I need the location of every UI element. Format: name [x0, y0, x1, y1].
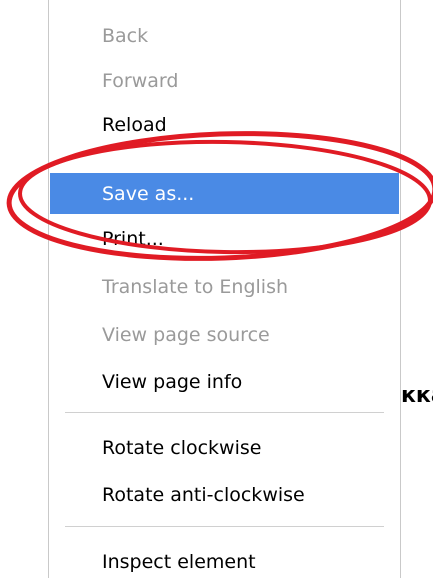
- menu-item-translate[interactable]: Translate to English: [50, 266, 399, 307]
- menu-item-reload[interactable]: Reload: [50, 104, 399, 145]
- menu-item-print[interactable]: Print...: [50, 218, 399, 259]
- context-menu: Back Forward Reload Save as... Print... …: [48, 0, 401, 578]
- menu-separator: [65, 412, 384, 413]
- menu-item-rotate-clockwise[interactable]: Rotate clockwise: [50, 427, 399, 468]
- menu-item-back[interactable]: Back: [50, 15, 399, 56]
- menu-item-rotate-anti-clockwise[interactable]: Rotate anti-clockwise: [50, 474, 399, 515]
- background-page-text: кка: [401, 383, 433, 408]
- menu-separator: [65, 526, 384, 527]
- menu-item-inspect-element[interactable]: Inspect element: [50, 541, 399, 582]
- menu-item-view-page-info[interactable]: View page info: [50, 361, 399, 402]
- menu-item-save-as[interactable]: Save as...: [50, 173, 399, 214]
- menu-item-view-page-source[interactable]: View page source: [50, 314, 399, 355]
- menu-item-forward[interactable]: Forward: [50, 60, 399, 101]
